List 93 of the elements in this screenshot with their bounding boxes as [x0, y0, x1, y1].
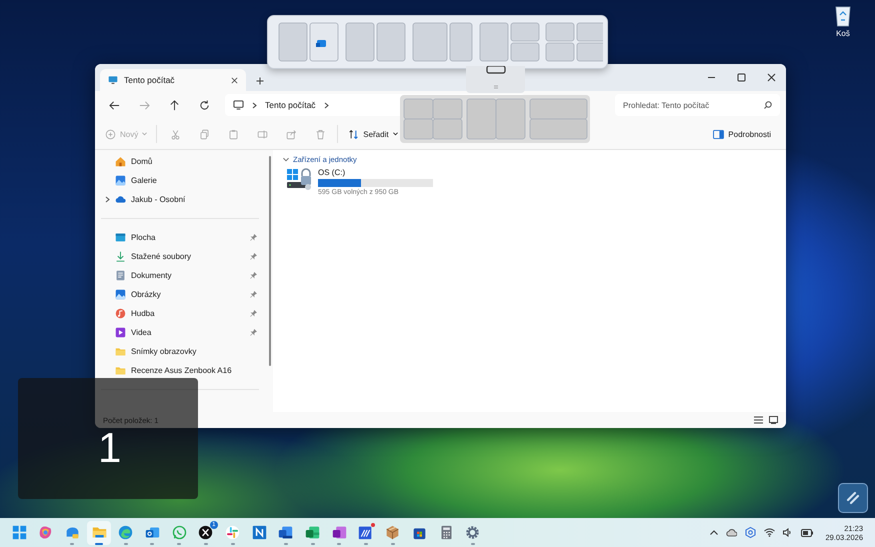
sidebar-item[interactable]: Obrázky: [99, 285, 263, 304]
video-icon: [115, 327, 126, 338]
sort-button[interactable]: Seřadit: [344, 123, 402, 145]
hexagon-icon[interactable]: [745, 527, 756, 538]
new-tab-icon[interactable]: [256, 77, 264, 85]
landscape-icon: [115, 289, 126, 300]
photo-icon: [64, 525, 80, 540]
pin-icon: [250, 310, 257, 317]
sidebar-item[interactable]: Recenze Asus Zenbook A16: [99, 361, 263, 380]
scissors-icon: [170, 128, 181, 140]
search-icon: [764, 101, 772, 109]
document-app-icon: [278, 525, 294, 540]
chat-bubble-icon: [172, 525, 187, 540]
forward-arrow-icon: [138, 100, 150, 110]
drive-name[interactable]: OS (C:): [318, 168, 433, 177]
sidebar-item[interactable]: Dokumenty: [99, 266, 263, 285]
volume-icon[interactable]: [783, 528, 794, 537]
spreadsheet-icon: [305, 525, 320, 540]
details-button[interactable]: Podrobnosti: [709, 123, 775, 145]
cloud-icon: [115, 194, 126, 205]
taskbar-button[interactable]: [87, 520, 112, 544]
monitor-icon: [233, 100, 244, 110]
document-icon: [115, 270, 126, 281]
sidebar-item[interactable]: Hudba: [99, 304, 263, 323]
note-square-icon: [252, 525, 267, 540]
recycle-bin-label[interactable]: Koš: [836, 29, 850, 38]
chevron-up-icon[interactable]: [710, 530, 718, 535]
sidebar-item[interactable]: Jakub - Osobní: [99, 190, 263, 209]
refresh-icon: [198, 100, 210, 110]
pin-icon: [250, 291, 257, 298]
folder-icon: [115, 346, 126, 357]
close-icon: [766, 73, 776, 82]
hash-icon: [225, 525, 240, 540]
sidebar-item[interactable]: Domů: [99, 152, 263, 171]
chevron-icon: [283, 157, 289, 162]
cloud-icon[interactable]: [726, 528, 738, 537]
snap-layout[interactable]: [278, 22, 338, 62]
box-stack-icon: [385, 525, 400, 540]
details-pane-icon: [713, 130, 724, 138]
caret-icon: [392, 132, 398, 136]
settings-icon: [465, 525, 480, 540]
scrollbar[interactable]: [269, 156, 271, 366]
window-tab[interactable]: Tento počítač: [100, 69, 246, 91]
rename-icon: [256, 128, 268, 140]
chevron-icon[interactable]: [324, 102, 329, 108]
clipboard-icon: [228, 128, 239, 140]
chevron-icon[interactable]: [104, 196, 110, 203]
chevron-icon[interactable]: [252, 102, 257, 108]
wifi-icon[interactable]: [764, 528, 776, 537]
trash-icon: [314, 128, 326, 140]
sidebar-item[interactable]: Stažené soubory: [99, 247, 263, 266]
pin-icon: [250, 272, 257, 279]
sort-arrows-icon: [348, 128, 360, 140]
group-number: 1: [98, 427, 122, 469]
widget-button[interactable]: [838, 483, 868, 513]
pin-icon: [250, 234, 257, 241]
list-view-icon[interactable]: [754, 416, 763, 424]
landscape-icon: [115, 175, 126, 186]
back-arrow-icon: [108, 100, 120, 110]
cross-icon: [198, 525, 214, 540]
sidebar-item[interactable]: Galerie: [99, 171, 263, 190]
close-icon[interactable]: [231, 76, 238, 84]
maximize-icon: [736, 73, 746, 82]
music-note-icon: [115, 308, 126, 319]
desktop-icon: [115, 232, 126, 243]
plus-circle-icon: [105, 128, 116, 140]
notebook-icon: [332, 525, 347, 540]
breadcrumb[interactable]: Tento počítač: [265, 100, 316, 110]
tile-view-icon[interactable]: [769, 416, 778, 424]
pin-icon: [250, 253, 257, 260]
share-icon: [286, 128, 297, 140]
battery-icon[interactable]: [801, 528, 814, 536]
sidebar-item[interactable]: Plocha: [99, 228, 263, 247]
caret-icon: [142, 132, 148, 136]
sidebar-item[interactable]: Snímky obrazovky: [99, 342, 263, 361]
sidebar-item[interactable]: Videa: [99, 323, 263, 342]
striped-square-icon: [358, 525, 374, 540]
mail-icon: [144, 525, 160, 540]
folder-icon: [92, 525, 107, 540]
pin-icon: [250, 329, 257, 336]
folder-icon: [115, 365, 126, 376]
calculator-icon: [438, 525, 454, 540]
snap-drag-handle[interactable]: [466, 66, 525, 93]
browser-icon: [118, 525, 134, 540]
copy-icon: [198, 128, 210, 140]
swirl-icon: [38, 525, 54, 540]
download-arrow-icon: [115, 251, 126, 262]
drive-icon: [286, 168, 314, 192]
house-icon: [115, 156, 126, 167]
up-arrow-icon: [168, 100, 180, 110]
slash-lines-icon: [845, 490, 861, 506]
search-field[interactable]: Prohledat: Tento počítač: [615, 94, 780, 116]
monitor-icon: [108, 75, 118, 85]
